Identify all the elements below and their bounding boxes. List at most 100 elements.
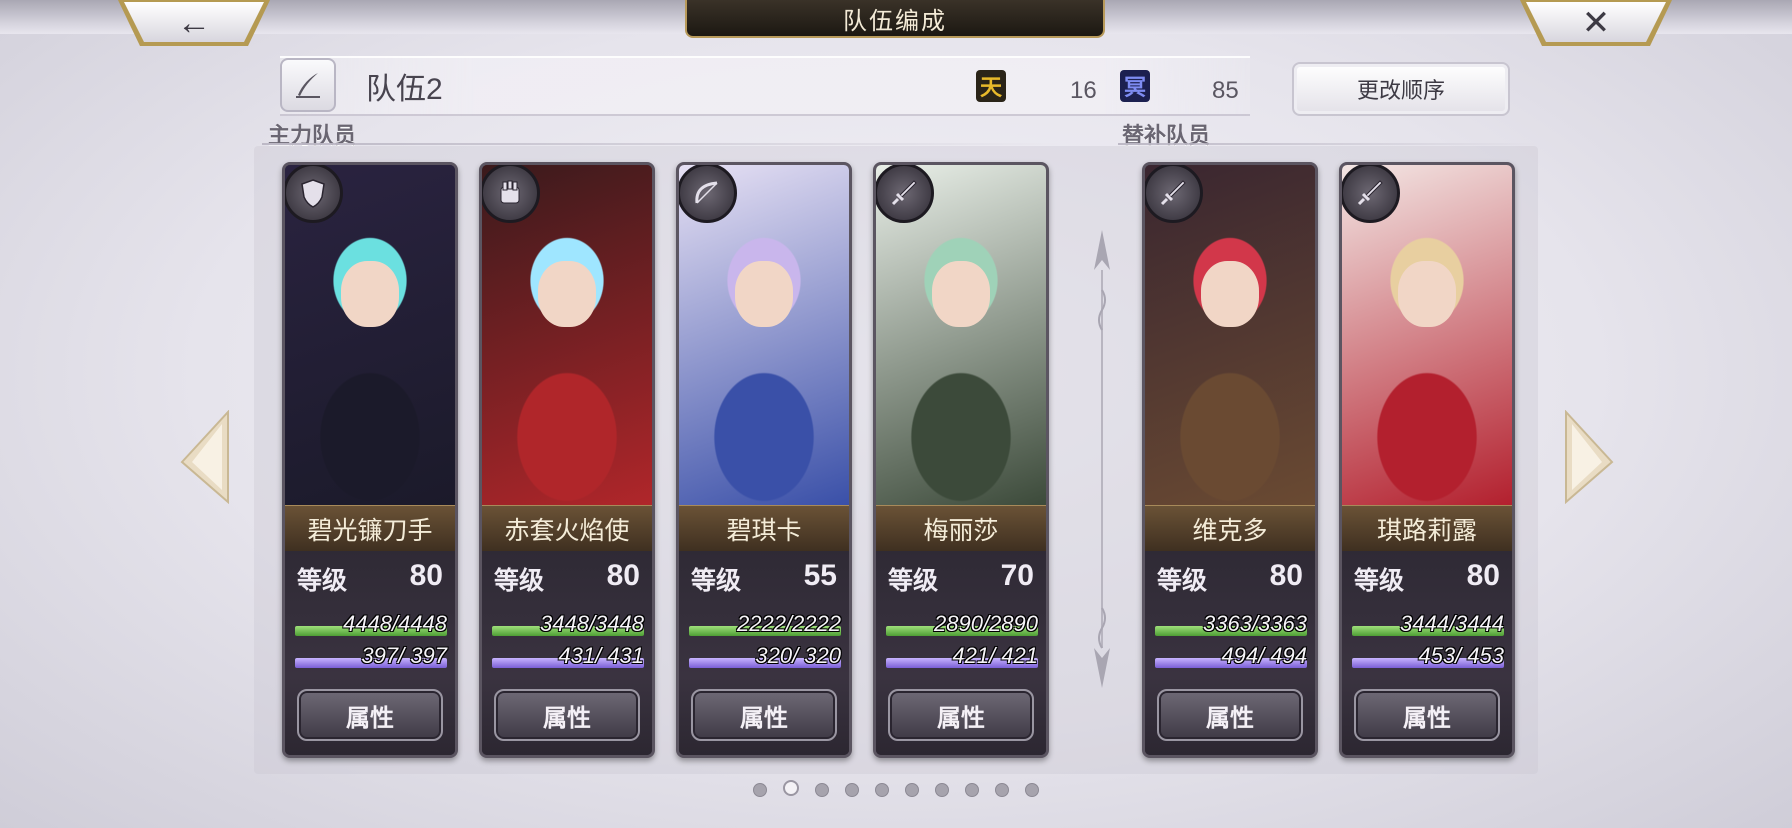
pager-dot[interactable] [783,780,799,796]
portrait-face [932,261,990,327]
portrait-face [538,261,596,327]
hp-bar: 3444/3444 [1352,611,1504,639]
mp-bar: 494/ 494 [1155,643,1307,671]
sword-icon [1342,165,1400,223]
member-stats: 等级 55 2222/2222 320/ 320 属性 [679,551,849,755]
hp-value: 3448/3448 [540,611,644,636]
attribute-button[interactable]: 属性 [297,689,443,741]
page-title: 队伍编成 [685,0,1105,38]
mp-value: 397/ 397 [361,643,447,668]
level-value: 80 [1466,559,1500,592]
back-button[interactable]: ← [118,0,270,50]
member-name: 赤套火焰使 [482,505,652,552]
sword-icon [1145,165,1203,223]
member-card[interactable]: 碧琪卡 等级 55 2222/2222 320/ 320 属性 [676,162,852,758]
pager-dot[interactable] [815,783,829,797]
level-value: 70 [1000,559,1034,592]
prev-team-arrow-icon[interactable] [178,410,232,504]
hp-value: 2890/2890 [934,611,1038,636]
hp-value: 3444/3444 [1400,611,1504,636]
level-label: 等级 [888,567,939,595]
hp-value: 3363/3363 [1203,611,1307,636]
hp-bar: 4448/4448 [295,611,447,639]
level-label: 等级 [691,567,742,595]
member-card[interactable]: 梅丽莎 等级 70 2890/2890 421/ 421 属性 [873,162,1049,758]
reorder-button[interactable]: 更改顺序 [1292,62,1510,116]
member-name: 碧光镰刀手 [285,505,455,552]
attribute-button[interactable]: 属性 [691,689,837,741]
hp-bar: 3448/3448 [492,611,644,639]
rename-team-button[interactable] [280,58,336,112]
member-stats: 等级 80 4448/4448 397/ 397 属性 [285,551,455,755]
member-name: 琪路莉露 [1342,505,1512,552]
divider-ornament [1094,230,1110,688]
mp-bar: 397/ 397 [295,643,447,671]
member-card[interactable]: 碧光镰刀手 等级 80 4448/4448 397/ 397 属性 [282,162,458,758]
pager-dot[interactable] [995,783,1009,797]
portrait-face [1398,261,1456,327]
mp-value: 320/ 320 [755,643,841,668]
close-button[interactable]: ✕ [1520,0,1672,50]
back-arrow-icon: ← [177,3,211,42]
member-card[interactable]: 维克多 等级 80 3363/3363 494/ 494 属性 [1142,162,1318,758]
portrait-face [1201,261,1259,327]
team-pager [0,780,1792,800]
member-card[interactable]: 琪路莉露 等级 80 3444/3444 453/ 453 属性 [1339,162,1515,758]
close-icon: ✕ [1581,4,1611,42]
pager-dot[interactable] [845,783,859,797]
level-value: 80 [409,559,443,592]
member-name: 梅丽莎 [876,505,1046,552]
level-label: 等级 [1157,567,1208,595]
shield-icon [285,165,343,223]
level-label: 等级 [494,567,545,595]
member-card[interactable]: 赤套火焰使 等级 80 3448/3448 431/ 431 属性 [479,162,655,758]
bow-icon [679,165,737,223]
team-name: 队伍2 [366,73,443,106]
mp-value: 494/ 494 [1221,643,1307,668]
hp-value: 4448/4448 [343,611,447,636]
hp-bar: 2890/2890 [886,611,1038,639]
member-stats: 等级 80 3363/3363 494/ 494 属性 [1145,551,1315,755]
attribute-button[interactable]: 属性 [494,689,640,741]
pager-dot[interactable] [1025,783,1039,797]
mp-bar: 453/ 453 [1352,643,1504,671]
heaven-value: 16 [1070,77,1097,104]
member-name: 碧琪卡 [679,505,849,552]
heaven-icon: 天 [976,70,1006,102]
attribute-button[interactable]: 属性 [1354,689,1500,741]
underworld-value: 85 [1212,77,1239,104]
mp-bar: 320/ 320 [689,643,841,671]
level-value: 55 [803,559,837,592]
attribute-button[interactable]: 属性 [888,689,1034,741]
pager-dot[interactable] [753,783,767,797]
attribute-button[interactable]: 属性 [1157,689,1303,741]
mp-value: 421/ 421 [952,643,1038,668]
underworld-icon: 冥 [1120,70,1150,102]
sword-icon [876,165,934,223]
mp-bar: 431/ 431 [492,643,644,671]
level-label: 等级 [297,567,348,595]
hp-value: 2222/2222 [737,611,841,636]
pager-dot[interactable] [905,783,919,797]
portrait-face [341,261,399,327]
main-section-divider [262,143,1062,145]
mp-value: 431/ 431 [558,643,644,668]
sub-section-divider [1118,143,1538,145]
member-name: 维克多 [1145,505,1315,552]
hp-bar: 2222/2222 [689,611,841,639]
member-stats: 等级 80 3448/3448 431/ 431 属性 [482,551,652,755]
pager-dot[interactable] [875,783,889,797]
pager-dot[interactable] [935,783,949,797]
member-stats: 等级 70 2890/2890 421/ 421 属性 [876,551,1046,755]
level-label: 等级 [1354,567,1405,595]
gauntlet-icon [482,165,540,223]
next-team-arrow-icon[interactable] [1562,410,1616,504]
mp-bar: 421/ 421 [886,643,1038,671]
hp-bar: 3363/3363 [1155,611,1307,639]
portrait-face [735,261,793,327]
mp-value: 453/ 453 [1418,643,1504,668]
quill-icon [296,73,320,98]
pager-dot[interactable] [965,783,979,797]
level-value: 80 [1269,559,1303,592]
member-stats: 等级 80 3444/3444 453/ 453 属性 [1342,551,1512,755]
